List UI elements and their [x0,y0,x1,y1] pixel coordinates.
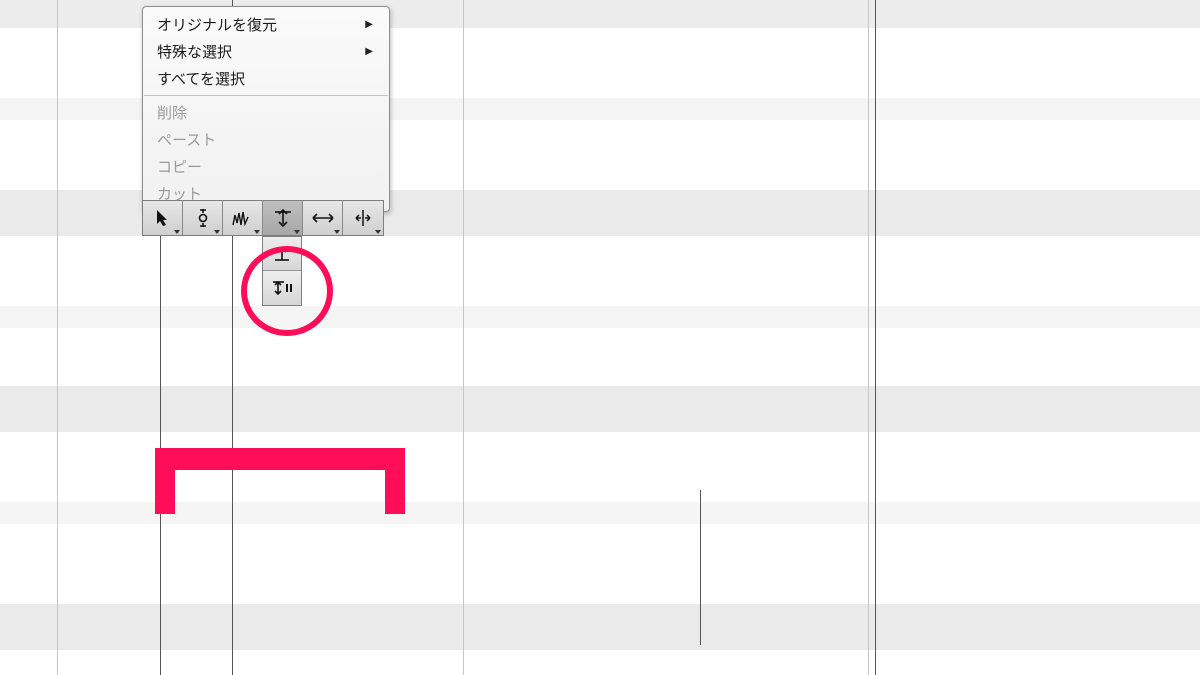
pitch-row [0,386,1200,432]
menu-label: 削除 [157,102,187,123]
time-tool-button[interactable] [303,201,343,235]
menu-delete: 削除 [143,99,389,126]
chevron-right-icon: ▶ [365,46,373,57]
gridline [57,0,58,675]
chevron-down-icon [294,230,300,234]
vibrato-icon [232,210,254,226]
pitch-row [0,328,1200,386]
time-icon [312,211,334,225]
pitch-row [0,524,1200,604]
note-boundary[interactable] [875,0,876,675]
pitch-row [0,502,1200,524]
pitch-icon [194,208,212,228]
menu-restore-original[interactable]: オリジナルを復元 ▶ [143,11,389,38]
pointer-tool-button[interactable] [143,201,183,235]
menu-paste: ペースト [143,126,389,153]
menu-special-select[interactable]: 特殊な選択 ▶ [143,38,389,65]
formant-icon [273,209,293,227]
chevron-down-icon [254,230,260,234]
menu-separator [144,95,388,96]
vibrato-tool-button[interactable] [223,201,263,235]
pitch-row [0,306,1200,328]
split-tool-button[interactable] [343,201,383,235]
chevron-down-icon [334,230,340,234]
annotation-circle [241,246,333,336]
pitch-row [0,604,1200,650]
menu-label: ペースト [157,129,216,150]
context-menu: オリジナルを復元 ▶ 特殊な選択 ▶ すべてを選択 削除 ペースト コピー カッ… [142,6,390,212]
menu-label: コピー [157,156,202,177]
menu-label: すべてを選択 [157,68,245,89]
pitch-tool-button[interactable] [183,201,223,235]
chevron-down-icon [214,230,220,234]
annotation-bracket [385,448,405,514]
pitch-row [0,650,1200,675]
chevron-down-icon [174,230,180,234]
menu-label: 特殊な選択 [157,41,232,62]
note-boundary[interactable] [160,196,161,675]
menu-label: オリジナルを復元 [157,14,277,35]
chevron-right-icon: ▶ [365,19,373,30]
annotation-bracket [155,448,405,470]
split-icon [353,209,373,227]
menu-select-all[interactable]: すべてを選択 [143,65,389,92]
tool-toolbar [142,200,384,236]
gridline [868,0,869,675]
pointer-icon [155,209,171,227]
formant-tool-button[interactable] [263,201,303,235]
gridline [463,0,464,675]
chevron-down-icon [375,230,381,234]
note-boundary[interactable] [700,490,701,645]
pitch-row [0,236,1200,306]
menu-copy: コピー [143,153,389,180]
